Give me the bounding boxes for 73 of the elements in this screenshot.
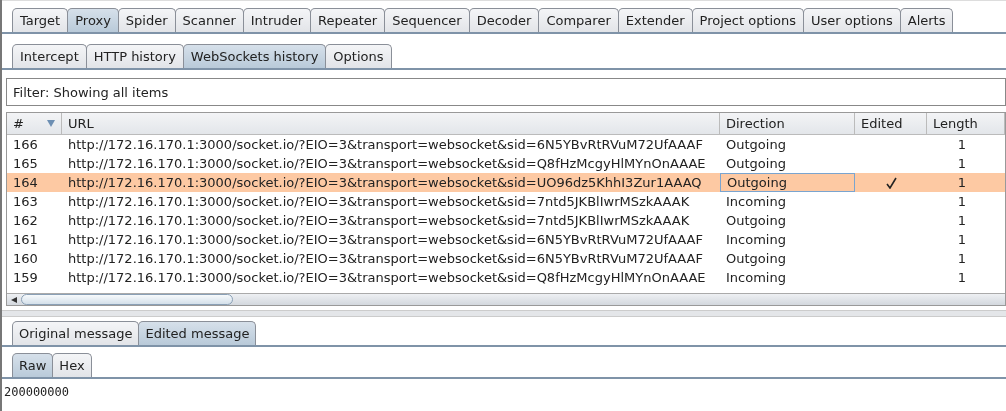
tab[interactable]: Edited message: [138, 321, 257, 345]
table-cell-text: http://172.16.170.1:3000/socket.io/?EIO=3&transport=websocket&sid=6N5YBvRtRVuM72UfAAAF: [67, 136, 704, 154]
table-cell-text: 1: [956, 193, 968, 211]
scrollbar-thumb[interactable]: [21, 294, 233, 305]
table-cell-text: http://172.16.170.1:3000/socket.io/?EIO=3&transport=websocket&sid=Q8fHzMcgyHlMYnOnAAAE: [67, 269, 707, 287]
table-cell-text: 1: [956, 136, 968, 154]
horizontal-scrollbar[interactable]: [7, 293, 1005, 305]
table-cell: Outgoing: [720, 173, 855, 192]
tab[interactable]: Hex: [52, 353, 92, 377]
table-cell-text: 1: [956, 212, 968, 230]
table-row[interactable]: 164 http://172.16.170.1:3000/socket.io/?EIO=3&transport=websocket&sid=UO96dz5KhhI3Zur1AAAQ Outgoing 1: [7, 173, 1005, 192]
sort-arrow-icon: [47, 120, 55, 127]
tab[interactable]: Intercept: [12, 44, 87, 68]
table-cell-text: Outgoing: [725, 212, 787, 230]
tab[interactable]: Raw: [12, 353, 54, 377]
column-header[interactable]: Direction: [720, 113, 855, 134]
table-cell-text: 1: [956, 269, 968, 287]
table-row[interactable]: 165 http://172.16.170.1:3000/socket.io/?EIO=3&transport=websocket&sid=Q8fHzMcgyHlMYnOnAAAE Outgoing 1: [7, 154, 1005, 173]
left-arrow-icon[interactable]: [11, 296, 17, 303]
table-row[interactable]: 161 http://172.16.170.1:3000/socket.io/?EIO=3&transport=websocket&sid=6N5YBvRtRVuM72UfAAAF Incoming 1: [7, 230, 1005, 249]
table-cell-text: http://172.16.170.1:3000/socket.io/?EIO=3&transport=websocket&sid=7ntd5JKBlIwrMSzkAAAK: [67, 212, 691, 230]
table-row[interactable]: 160 http://172.16.170.1:3000/socket.io/?EIO=3&transport=websocket&sid=6N5YBvRtRVuM72UfAAAF Outgoing 1: [7, 249, 1005, 268]
table-cell-text: http://172.16.170.1:3000/socket.io/?EIO=3&transport=websocket&sid=6N5YBvRtRVuM72UfAAAF: [67, 250, 704, 268]
column-header[interactable]: URL: [62, 113, 720, 134]
table-cell-text: 166: [12, 136, 39, 154]
table-cell-text: Outgoing: [725, 250, 787, 268]
message-text: 200000000: [4, 385, 70, 399]
column-header[interactable]: Edited: [855, 113, 927, 134]
tab[interactable]: Options: [325, 44, 392, 68]
table-cell-text: http://172.16.170.1:3000/socket.io/?EIO=3&transport=websocket&sid=7ntd5JKBlIwrMSzkAAAK: [67, 193, 691, 211]
table-cell-text: 165: [12, 155, 39, 173]
tab[interactable]: Intruder: [242, 8, 312, 32]
tab[interactable]: HTTP history: [85, 44, 184, 68]
tab[interactable]: Decoder: [468, 8, 540, 32]
table-cell-text: Incoming: [725, 231, 787, 249]
table-cell-text: 164: [12, 174, 39, 192]
table-cell-text: 1: [956, 250, 968, 268]
tab[interactable]: Sequencer: [384, 8, 470, 32]
table-cell-text: 159: [12, 269, 39, 287]
tab[interactable]: Original message: [12, 321, 140, 345]
column-header[interactable]: Length: [927, 113, 1005, 134]
table-cell-text: 160: [12, 250, 39, 268]
table-cell-text: http://172.16.170.1:3000/socket.io/?EIO=3&transport=websocket&sid=6N5YBvRtRVuM72UfAAAF: [67, 231, 704, 249]
table-row[interactable]: 162 http://172.16.170.1:3000/socket.io/?EIO=3&transport=websocket&sid=7ntd5JKBlIwrMSzkAAAK Outgoing 1: [7, 211, 1005, 230]
table-cell-text: 1: [956, 231, 968, 249]
tab[interactable]: User options: [803, 8, 901, 32]
table-cell-text: 163: [12, 193, 39, 211]
column-header[interactable]: #: [7, 113, 62, 134]
table-cell-text: Incoming: [725, 193, 787, 211]
table-row[interactable]: 166 http://172.16.170.1:3000/socket.io/?EIO=3&transport=websocket&sid=6N5YBvRtRVuM72UfAAAF Outgoing 1: [7, 135, 1005, 154]
table-cell-text: Outgoing: [725, 155, 787, 173]
filter-bar[interactable]: Filter: Showing all items: [6, 78, 1006, 106]
tab[interactable]: Project options: [691, 8, 805, 32]
table-cell-text: 161: [12, 231, 39, 249]
table-cell-text: 162: [12, 212, 39, 230]
split-handle[interactable]: [2, 310, 1006, 317]
tab[interactable]: Proxy: [67, 8, 119, 32]
tab[interactable]: Alerts: [899, 8, 954, 32]
table-cell-text: http://172.16.170.1:3000/socket.io/?EIO=3&transport=websocket&sid=Q8fHzMcgyHlMYnOnAAAE: [67, 155, 707, 173]
table-row[interactable]: 163 http://172.16.170.1:3000/socket.io/?EIO=3&transport=websocket&sid=7ntd5JKBlIwrMSzkAAAK Incoming 1: [7, 192, 1005, 211]
table-cell-text: Outgoing: [725, 136, 787, 154]
table-cell-text: http://172.16.170.1:3000/socket.io/?EIO=3&transport=websocket&sid=UO96dz5KhhI3Zur1AAAQ: [67, 174, 703, 192]
tab[interactable]: Target: [12, 8, 69, 32]
tab[interactable]: WebSockets history: [182, 44, 327, 68]
tab[interactable]: Repeater: [310, 8, 386, 32]
tab[interactable]: Scanner: [174, 8, 244, 32]
tab[interactable]: Comparer: [538, 8, 619, 32]
table-row[interactable]: 159 http://172.16.170.1:3000/socket.io/?EIO=3&transport=websocket&sid=Q8fHzMcgyHlMYnOnAAAE Incoming 1: [7, 268, 1005, 287]
tab[interactable]: Spider: [117, 8, 176, 32]
table-cell-text: 1: [956, 174, 968, 192]
tab[interactable]: Extender: [617, 8, 693, 32]
table-cell-text: 1: [956, 155, 968, 173]
table-cell-text: Incoming: [725, 269, 787, 287]
